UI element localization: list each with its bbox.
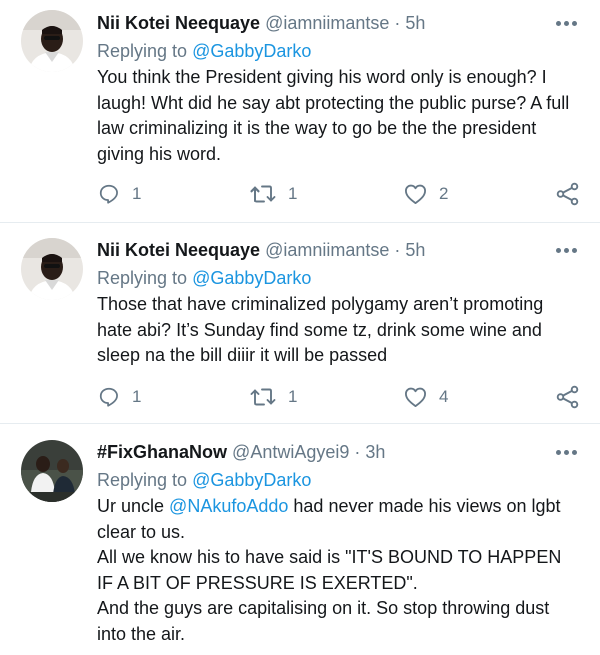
timestamp[interactable]: 5h: [405, 13, 425, 33]
author-name[interactable]: Nii Kotei Neequaye: [97, 240, 260, 260]
tweet-2[interactable]: Nii Kotei Neequaye @iamniimantse · 5h Re…: [0, 223, 600, 423]
separator-dot: ·: [394, 240, 401, 260]
author-name[interactable]: Nii Kotei Neequaye: [97, 13, 260, 33]
replying-label: Replying to: [97, 268, 188, 288]
tweet-header: Nii Kotei Neequaye @iamniimantse · 5h: [97, 239, 425, 261]
replying-to-link[interactable]: @GabbyDarko: [192, 268, 311, 288]
more-options-icon[interactable]: [556, 20, 578, 28]
mention-link[interactable]: @NAkufoAddo: [169, 496, 288, 516]
tweet-actions: 1 1 4: [0, 384, 600, 410]
like-button[interactable]: 4: [404, 384, 448, 410]
share-icon: [556, 182, 579, 206]
reply-icon: [99, 184, 118, 204]
reply-button[interactable]: 1: [98, 181, 141, 207]
tweet-text-line: Those that have criminalized polygamy ar…: [97, 294, 544, 365]
tweet-text-line: You think the President giving his word …: [97, 67, 570, 164]
reply-button[interactable]: 1: [98, 384, 141, 410]
reply-count: 1: [132, 184, 142, 203]
heart-icon: [405, 387, 426, 408]
avatar[interactable]: [21, 238, 83, 300]
tweet-actions: 1 1 2: [0, 181, 600, 207]
avatar-man-icon: [21, 238, 83, 300]
retweet-button[interactable]: 1: [250, 384, 297, 410]
tweet-text-suffix: had never made his views on lgbt clear t…: [97, 496, 561, 542]
tweet-3[interactable]: #FixGhanaNow @AntwiAgyei9 · 3h Replying …: [0, 424, 600, 655]
more-options-icon[interactable]: [556, 449, 578, 457]
retweet-count: 1: [288, 184, 298, 203]
author-handle[interactable]: @iamniimantse: [265, 240, 389, 260]
tweet-header: Nii Kotei Neequaye @iamniimantse · 5h: [97, 12, 425, 34]
tweet-1[interactable]: Nii Kotei Neequaye @iamniimantse · 5h Re…: [0, 0, 600, 222]
avatar-group-icon: [21, 440, 83, 502]
avatar[interactable]: [21, 10, 83, 72]
replying-label: Replying to: [97, 41, 188, 61]
replying-label: Replying to: [97, 470, 188, 490]
author-name[interactable]: #FixGhanaNow: [97, 442, 227, 462]
share-button[interactable]: [556, 384, 580, 410]
timestamp[interactable]: 3h: [365, 442, 385, 462]
tweet-text-line: And the guys are capitalising on it. So …: [97, 598, 550, 644]
like-count: 4: [439, 387, 449, 406]
tweet-text: You think the President giving his word …: [97, 65, 577, 167]
tweet-text-line: All we know his to have said is "IT'S BO…: [97, 547, 562, 593]
replying-to-link[interactable]: @GabbyDarko: [192, 470, 311, 490]
retweet-button[interactable]: 1: [250, 181, 297, 207]
reply-icon: [99, 387, 118, 407]
avatar[interactable]: [21, 440, 83, 502]
heart-icon: [405, 184, 426, 205]
author-handle[interactable]: @iamniimantse: [265, 13, 389, 33]
tweet-text-line: Ur uncle @NAkufoAddo had never made his …: [97, 494, 577, 545]
timestamp[interactable]: 5h: [405, 240, 425, 260]
replying-to: Replying to @GabbyDarko: [97, 469, 311, 491]
like-button[interactable]: 2: [404, 181, 448, 207]
reply-count: 1: [132, 387, 142, 406]
replying-to: Replying to @GabbyDarko: [97, 267, 311, 289]
retweet-icon: [250, 185, 276, 203]
separator-dot: ·: [354, 442, 361, 462]
tweet-text: Ur uncle @NAkufoAddo had never made his …: [97, 494, 577, 647]
tweet-text-prefix: Ur uncle: [97, 496, 165, 516]
share-button[interactable]: [556, 181, 580, 207]
retweet-count: 1: [288, 387, 298, 406]
more-options-icon[interactable]: [556, 247, 578, 255]
separator-dot: ·: [394, 13, 401, 33]
replying-to-link[interactable]: @GabbyDarko: [192, 41, 311, 61]
share-icon: [556, 385, 579, 409]
avatar-man-icon: [21, 10, 83, 72]
replying-to: Replying to @GabbyDarko: [97, 40, 311, 62]
tweet-text: Those that have criminalized polygamy ar…: [97, 292, 577, 369]
author-handle[interactable]: @AntwiAgyei9: [232, 442, 349, 462]
like-count: 2: [439, 184, 449, 203]
retweet-icon: [250, 388, 276, 406]
tweet-header: #FixGhanaNow @AntwiAgyei9 · 3h: [97, 441, 385, 463]
